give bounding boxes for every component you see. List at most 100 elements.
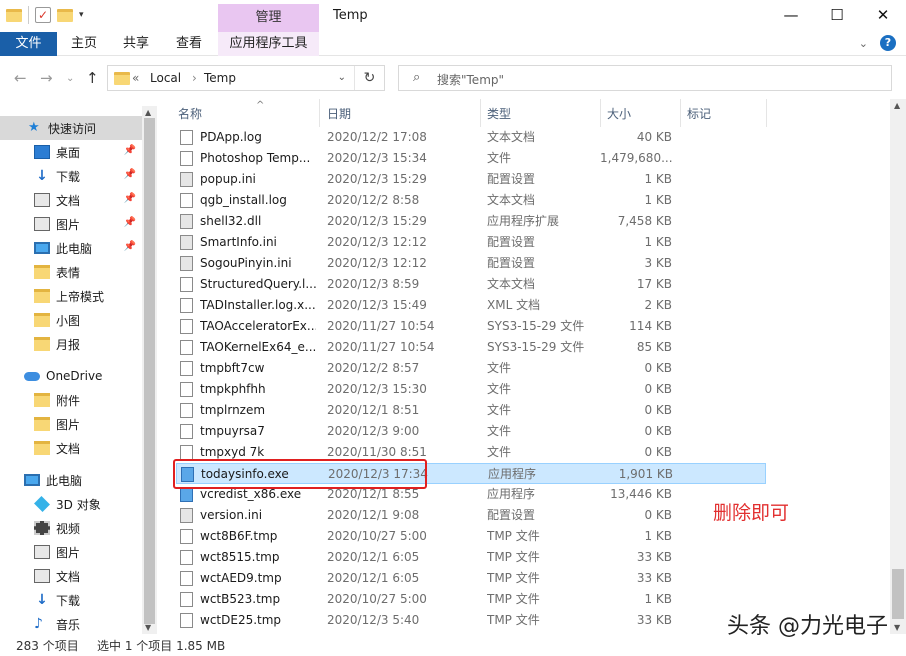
tab-home[interactable]: 主页 bbox=[71, 32, 97, 56]
table-row[interactable]: popup.ini 2020/12/3 15:29 配置设置 1 KB bbox=[176, 169, 766, 190]
address-dropdown-icon[interactable]: ⌄ bbox=[338, 72, 346, 83]
nav-music[interactable]: ♪ 音乐 bbox=[0, 612, 142, 634]
table-row[interactable]: tmplrnzem 2020/12/1 8:51 文件 0 KB bbox=[176, 400, 766, 421]
expand-ribbon-icon[interactable]: ⌄ bbox=[859, 37, 868, 50]
breadcrumb-overflow[interactable]: « bbox=[132, 71, 139, 85]
column-tags[interactable]: 标记 bbox=[681, 99, 767, 127]
table-row[interactable]: wct8B6F.tmp 2020/10/27 5:00 TMP 文件 1 KB bbox=[176, 526, 766, 547]
column-size[interactable]: 大小 bbox=[601, 99, 681, 127]
refresh-icon[interactable]: ↻ bbox=[354, 66, 384, 90]
breadcrumb-temp[interactable]: Temp bbox=[204, 71, 236, 85]
folder-icon[interactable] bbox=[6, 8, 22, 22]
properties-icon[interactable]: ✓ bbox=[35, 7, 51, 23]
table-row[interactable]: TAOAcceleratorEx... 2020/11/27 10:54 SYS3-… bbox=[176, 316, 766, 337]
scroll-up-icon[interactable]: ▲ bbox=[145, 108, 151, 117]
file-size: 17 KB bbox=[636, 277, 672, 291]
table-row[interactable]: PDApp.log 2020/12/2 17:08 文本文档 40 KB bbox=[176, 127, 766, 148]
close-button[interactable]: ✕ bbox=[860, 0, 906, 30]
file-size: 33 KB bbox=[636, 550, 672, 564]
file-type: 文件 bbox=[487, 382, 512, 396]
tab-file[interactable]: 文件 bbox=[0, 32, 57, 56]
nav-scroll-thumb[interactable] bbox=[144, 118, 155, 624]
table-row[interactable]: tmpbft7cw 2020/12/2 8:57 文件 0 KB bbox=[176, 358, 766, 379]
nav-onedrive-documents[interactable]: 文档 bbox=[0, 436, 142, 460]
tab-application-tools[interactable]: 应用程序工具 bbox=[218, 32, 319, 56]
file-date: 2020/11/27 10:54 bbox=[327, 340, 435, 354]
item-count: 283 个项目 bbox=[16, 639, 79, 653]
file-size: 1 KB bbox=[644, 172, 672, 186]
nav-pc-pictures[interactable]: 图片 bbox=[0, 540, 142, 564]
file-list-scroll-thumb[interactable] bbox=[892, 569, 904, 619]
table-row[interactable]: wctDE25.tmp 2020/12/3 5:40 TMP 文件 33 KB bbox=[176, 610, 766, 631]
file-type: 文件 bbox=[487, 151, 512, 165]
nav-desktop[interactable]: 桌面 📌 bbox=[0, 140, 142, 164]
column-name[interactable]: ^ 名称 bbox=[172, 99, 320, 127]
table-row[interactable]: wct8515.tmp 2020/12/1 6:05 TMP 文件 33 KB bbox=[176, 547, 766, 568]
table-row[interactable]: wctAED9.tmp 2020/12/1 6:05 TMP 文件 33 KB bbox=[176, 568, 766, 589]
nav-pictures[interactable]: 图片 📌 bbox=[0, 212, 142, 236]
nav-documents[interactable]: 文档 📌 bbox=[0, 188, 142, 212]
scroll-up-icon[interactable]: ▲ bbox=[894, 101, 900, 110]
nav-downloads[interactable]: ↓ 下载 📌 bbox=[0, 164, 142, 188]
table-row[interactable]: TAOKernelEx64_e... 2020/11/27 10:54 SYS3-1… bbox=[176, 337, 766, 358]
column-type[interactable]: 类型 bbox=[481, 99, 601, 127]
file-date: 2020/12/3 15:29 bbox=[327, 172, 427, 186]
nav-onedrive[interactable]: OneDrive bbox=[0, 364, 142, 388]
nav-videos[interactable]: 视频 bbox=[0, 516, 142, 540]
picture-icon bbox=[34, 217, 50, 231]
video-icon bbox=[34, 521, 50, 535]
file-size: 3 KB bbox=[644, 256, 672, 270]
table-row[interactable]: TADInstaller.log.x... 2020/12/3 15:49 XML … bbox=[176, 295, 766, 316]
nav-folder-small-pics[interactable]: 小图 bbox=[0, 308, 142, 332]
up-arrow-icon[interactable]: ↑ bbox=[86, 69, 99, 87]
nav-folder-monthly[interactable]: 月报 bbox=[0, 332, 142, 356]
customize-toolbar-icon[interactable]: ▾ bbox=[79, 10, 84, 20]
search-box[interactable]: ⌕ 搜索"Temp" bbox=[398, 65, 892, 91]
nav-onedrive-attachments[interactable]: 附件 bbox=[0, 388, 142, 412]
nav-folder-emoji[interactable]: 表情 bbox=[0, 260, 142, 284]
address-bar[interactable]: « Local › Temp ⌄ ↻ bbox=[107, 65, 385, 91]
table-row[interactable]: qgb_install.log 2020/12/2 8:58 文本文档 1 KB bbox=[176, 190, 766, 211]
manage-context-tab[interactable]: 管理 bbox=[218, 4, 319, 32]
file-type: SYS3-15-29 文件 bbox=[487, 340, 585, 354]
file-name: tmpbft7cw bbox=[200, 361, 265, 375]
tab-view[interactable]: 查看 bbox=[176, 32, 202, 56]
scroll-down-icon[interactable]: ▼ bbox=[894, 623, 900, 632]
nav-scrollbar[interactable]: ▲ ▼ bbox=[142, 106, 157, 634]
table-row[interactable]: vcredist_x86.exe 2020/12/1 8:55 应用程序 13,446… bbox=[176, 484, 766, 505]
recent-locations-icon[interactable]: ⌄ bbox=[66, 73, 74, 84]
scroll-down-icon[interactable]: ▼ bbox=[145, 623, 151, 632]
nav-quick-access[interactable]: ★ 快速访问 bbox=[0, 116, 142, 140]
table-row[interactable]: tmpkphfhh 2020/12/3 15:30 文件 0 KB bbox=[176, 379, 766, 400]
table-row[interactable]: todaysinfo.exe 2020/12/3 17:34 应用程序 1,901 K… bbox=[176, 463, 766, 484]
table-row[interactable]: StructuredQuery.l... 2020/12/3 8:59 文本文档 17… bbox=[176, 274, 766, 295]
tab-share[interactable]: 共享 bbox=[123, 32, 149, 56]
nav-this-pc-pinned[interactable]: 此电脑 📌 bbox=[0, 236, 142, 260]
table-row[interactable]: SmartInfo.ini 2020/12/3 12:12 配置设置 1 KB bbox=[176, 232, 766, 253]
table-row[interactable]: shell32.dll 2020/12/3 15:29 应用程序扩展 7,458 KB bbox=[176, 211, 766, 232]
help-icon[interactable]: ? bbox=[880, 35, 896, 51]
table-row[interactable]: tmpxyd 7k 2020/11/30 8:51 文件 0 KB bbox=[176, 442, 766, 463]
new-folder-icon[interactable] bbox=[57, 8, 73, 22]
maximize-button[interactable]: ☐ bbox=[814, 0, 860, 30]
nav-this-pc[interactable]: 此电脑 bbox=[0, 468, 142, 492]
table-row[interactable]: version.ini 2020/12/1 9:08 配置设置 0 KB bbox=[176, 505, 766, 526]
xml-file-icon bbox=[180, 298, 193, 313]
forward-arrow-icon[interactable]: → bbox=[40, 69, 53, 87]
table-row[interactable]: SogouPinyin.ini 2020/12/3 12:12 配置设置 3 KB bbox=[176, 253, 766, 274]
back-arrow-icon[interactable]: ← bbox=[14, 69, 27, 87]
table-row[interactable]: Photoshop Temp... 2020/12/3 15:34 文件 1,479,… bbox=[176, 148, 766, 169]
file-size: 0 KB bbox=[644, 361, 672, 375]
nav-onedrive-pictures[interactable]: 图片 bbox=[0, 412, 142, 436]
file-list-scrollbar[interactable]: ▲ ▼ bbox=[890, 99, 906, 634]
breadcrumb-local[interactable]: Local bbox=[150, 71, 181, 85]
nav-pc-documents[interactable]: 文档 bbox=[0, 564, 142, 588]
minimize-button[interactable]: — bbox=[768, 0, 814, 30]
table-row[interactable]: wctB523.tmp 2020/10/27 5:00 TMP 文件 1 KB bbox=[176, 589, 766, 610]
table-row[interactable]: tmpuyrsa7 2020/12/3 9:00 文件 0 KB bbox=[176, 421, 766, 442]
nav-pc-downloads[interactable]: ↓ 下载 bbox=[0, 588, 142, 612]
column-date[interactable]: 日期 bbox=[321, 99, 481, 127]
nav-folder-godmode[interactable]: 上帝模式 bbox=[0, 284, 142, 308]
nav-3d-objects[interactable]: 3D 对象 bbox=[0, 492, 142, 516]
file-size: 7,458 KB bbox=[617, 214, 672, 228]
